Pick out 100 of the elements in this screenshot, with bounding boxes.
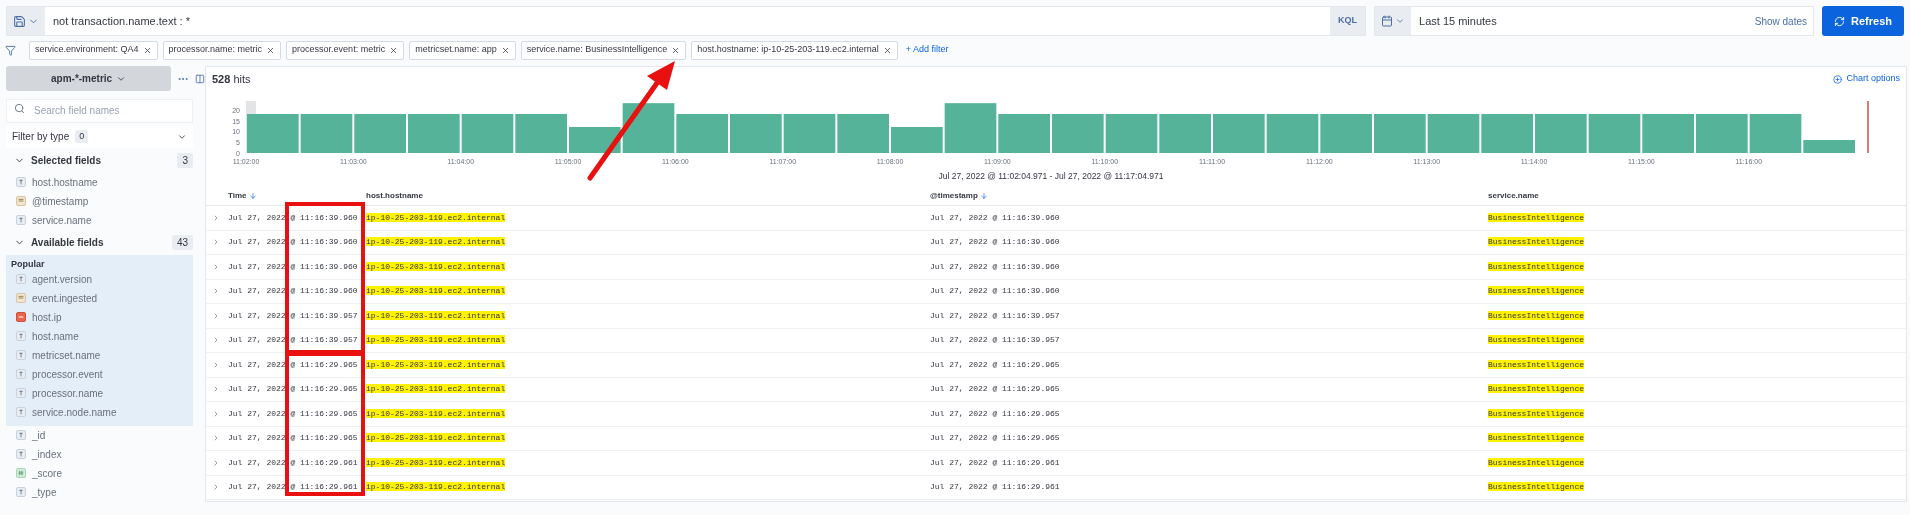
add-filter-link[interactable]: + Add filter: [905, 43, 949, 57]
field-name[interactable]: host.ip: [32, 309, 62, 325]
histogram-bar[interactable]: [300, 114, 353, 153]
table-cell-text: Jul 27, 2022 @ 11:16:29.965: [228, 383, 359, 396]
close-icon[interactable]: [882, 45, 892, 55]
table-cell: ip-10-25-203-119.ec2.internal: [366, 286, 506, 296]
field-name[interactable]: processor.event: [32, 366, 103, 382]
filter-pill[interactable]: host.hostname: ip-10-25-203-119.ec2.internal: [691, 40, 898, 60]
index-pattern-button[interactable]: apm-*-metric: [6, 66, 172, 91]
histogram-bar[interactable]: [1588, 114, 1641, 153]
filter-label: host.hostname: ip-10-25-203-119.ec2.internal: [697, 43, 879, 57]
close-icon[interactable]: [266, 45, 276, 55]
expand-row-icon[interactable]: [212, 336, 220, 345]
field-name[interactable]: host.hostname: [32, 174, 98, 190]
filter-pill[interactable]: service.name: BusinessIntelligence: [520, 40, 687, 60]
histogram-bar[interactable]: [622, 103, 675, 153]
query-language-button[interactable]: KQL: [1330, 7, 1366, 35]
chevron-icon: [1395, 16, 1406, 26]
string-type-icon: [16, 177, 26, 187]
filter-menu-icon[interactable]: [5, 44, 16, 56]
now-marker-line: [1867, 100, 1869, 154]
expand-row-icon[interactable]: [212, 483, 220, 492]
table-cell-text: Jul 27, 2022 @ 11:16:29.965: [930, 432, 1061, 445]
section-toggle[interactable]: Selected fields: [14, 152, 102, 168]
histogram-bar[interactable]: [1749, 114, 1802, 153]
filter-label: processor.event: metric: [292, 43, 386, 57]
string-type-icon: [16, 430, 26, 440]
field-name[interactable]: service.name: [32, 212, 92, 228]
sort-arrow-icon: [248, 191, 257, 200]
chart-options-button[interactable]: Chart options: [1833, 72, 1900, 86]
time-range-text[interactable]: Last 15 minutes: [1411, 12, 1749, 30]
filter-by-type-dropdown[interactable]: Filter by type 0: [6, 125, 193, 148]
histogram-bar[interactable]: [1266, 114, 1319, 153]
field-name[interactable]: processor.name: [32, 385, 104, 401]
date-picker-button[interactable]: [1375, 7, 1412, 35]
field-name[interactable]: _type: [32, 484, 57, 500]
query-text[interactable]: not transaction.name.text : *: [45, 12, 1331, 30]
filter-pill[interactable]: service.environment: QA4: [29, 40, 158, 60]
table-cell-text: Jul 27, 2022 @ 11:16:39.957: [228, 334, 359, 347]
string-type-icon: [16, 215, 26, 225]
filter-pill[interactable]: metricset.name: app: [409, 40, 516, 60]
histogram-bar[interactable]: [783, 114, 836, 153]
table-cell-text: Jul 27, 2022 @ 11:16:29.961: [930, 456, 1061, 469]
field-name[interactable]: _id: [32, 427, 46, 443]
table-cell-text: Jul 27, 2022 @ 11:16:39.960: [930, 285, 1061, 298]
field-name[interactable]: _score: [32, 465, 62, 481]
close-icon[interactable]: [389, 45, 399, 55]
close-icon[interactable]: [142, 45, 152, 55]
histogram-bar[interactable]: [1105, 114, 1158, 153]
expand-row-icon[interactable]: [212, 262, 220, 271]
table-cell: BusinessIntelligence: [1488, 212, 1584, 222]
show-dates-link[interactable]: Show dates: [1748, 13, 1814, 29]
column-header[interactable]: Time: [228, 189, 366, 202]
table-cell-text: Jul 27, 2022 @ 11:16:39.960: [930, 236, 1061, 249]
collapse-sidebar-icon[interactable]: [195, 73, 205, 84]
field-name[interactable]: agent.version: [32, 271, 93, 287]
string-type-icon: [16, 487, 26, 497]
histogram-bar[interactable]: [569, 127, 621, 153]
expand-row-icon[interactable]: [212, 287, 220, 296]
expand-row-icon[interactable]: [212, 409, 220, 418]
table-cell: ip-10-25-203-119.ec2.internal: [366, 384, 506, 394]
table-cell-text: Jul 27, 2022 @ 11:16:39.957: [930, 334, 1061, 347]
expand-row-icon[interactable]: [212, 458, 220, 467]
expand-row-icon[interactable]: [212, 311, 220, 320]
close-icon[interactable]: [500, 45, 510, 55]
expand-row-icon[interactable]: [212, 360, 220, 369]
histogram-bar[interactable]: [1427, 114, 1480, 153]
field-name[interactable]: service.node.name: [32, 404, 117, 420]
saved-query-button[interactable]: [7, 7, 45, 35]
field-name[interactable]: _index: [32, 446, 62, 462]
table-cell: BusinessIntelligence: [1488, 384, 1584, 394]
filter-label: service.environment: QA4: [35, 43, 139, 57]
ip-type-icon: [16, 312, 26, 322]
column-header[interactable]: service.name: [1488, 189, 1906, 202]
filter-pill[interactable]: processor.event: metric: [286, 40, 405, 60]
refresh-button[interactable]: Refresh: [1822, 6, 1904, 36]
field-name[interactable]: metricset.name: [32, 347, 101, 363]
filter-pill[interactable]: processor.name: metric: [162, 40, 282, 60]
table-cell-text: Jul 27, 2022 @ 11:16:29.965: [930, 383, 1061, 396]
search-field[interactable]: Search field names: [6, 98, 193, 123]
calendar-icon: [1381, 15, 1394, 27]
number-type-icon: [16, 468, 26, 478]
expand-row-icon[interactable]: [212, 434, 220, 443]
table-cell-text: Jul 27, 2022 @ 11:16:39.957: [228, 309, 359, 322]
expand-row-icon[interactable]: [212, 213, 220, 222]
expand-row-icon[interactable]: [212, 238, 220, 247]
field-name[interactable]: host.name: [32, 328, 79, 344]
column-header[interactable]: @timestamp: [930, 189, 1488, 202]
field-name[interactable]: event.ingested: [32, 290, 98, 306]
close-icon[interactable]: [671, 45, 681, 55]
field-name[interactable]: @timestamp: [32, 193, 89, 209]
expand-row-icon[interactable]: [212, 385, 220, 394]
column-header[interactable]: host.hostname: [366, 189, 930, 202]
table-cell: BusinessIntelligence: [1488, 335, 1584, 345]
table-cell: ip-10-25-203-119.ec2.internal: [366, 335, 506, 345]
table-cell: BusinessIntelligence: [1488, 261, 1584, 271]
histogram-bar[interactable]: [461, 114, 514, 153]
section-toggle[interactable]: Available fields: [14, 234, 104, 250]
options-icon: [1833, 74, 1843, 84]
histogram-bar[interactable]: [944, 103, 997, 153]
